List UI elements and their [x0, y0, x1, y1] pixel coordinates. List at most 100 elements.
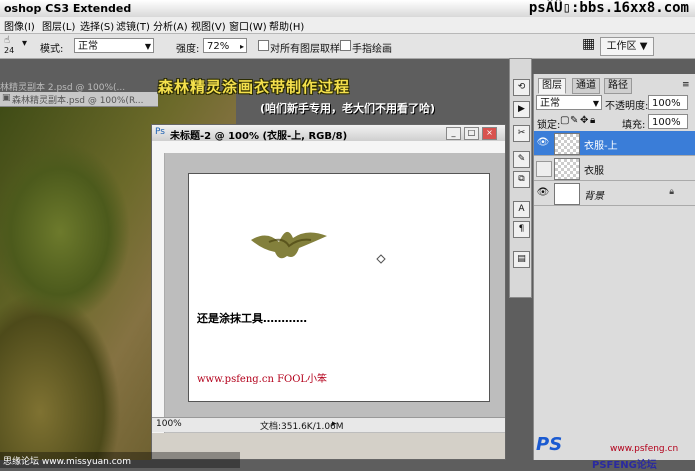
- status-arrow-icon[interactable]: ▸: [332, 419, 337, 429]
- background-doc-title: 森林精灵副本.psd @ 100%(R...: [12, 96, 144, 106]
- opacity-input[interactable]: 100%: [648, 95, 688, 110]
- character-icon[interactable]: A: [513, 201, 530, 218]
- background-doc-tab-2[interactable]: 林精灵副本 2.psd @ 100%(...: [0, 80, 150, 93]
- lock-pixels-icon[interactable]: ✎: [570, 115, 578, 126]
- opacity-label: 不透明度:: [605, 101, 649, 112]
- mode-select[interactable]: 正常 ▼: [74, 38, 154, 53]
- menu-view[interactable]: 视图(V): [191, 18, 226, 33]
- fill-value: 100%: [652, 117, 681, 128]
- layer-thumbnail: [554, 183, 580, 205]
- minimize-icon[interactable]: _: [446, 127, 461, 140]
- fill-label: 填充:: [622, 120, 646, 131]
- cursor-mark-icon: [376, 254, 386, 264]
- menu-analysis[interactable]: 分析(A): [153, 18, 188, 33]
- app-title: oshop CS3 Extended: [4, 2, 132, 15]
- document-status-bar: 100% 文档:351.6K/1.06M ▸: [152, 417, 505, 432]
- menu-window[interactable]: 窗口(W): [229, 18, 267, 33]
- options-bar: ☝ 24 ▾ 模式: 正常 ▼ 强度: 72% ▸ 对所有图层取样 手指绘画 ▦…: [0, 34, 695, 59]
- chevron-down-icon: ▼: [592, 99, 599, 108]
- lock-icon: 🔒︎: [669, 187, 674, 197]
- menu-bar: 图像(I) 图层(L) 选择(S) 滤镜(T) 分析(A) 视图(V) 窗口(W…: [0, 17, 695, 34]
- layer-row-clothes[interactable]: 衣服: [534, 156, 695, 181]
- tab-paths[interactable]: 路径: [604, 78, 632, 94]
- menu-image[interactable]: 图像(I): [4, 18, 35, 33]
- layer-row-background[interactable]: 👁︎ 背景 🔒︎: [534, 181, 695, 206]
- ps-logo-icon: PS: [536, 434, 563, 455]
- lock-position-icon[interactable]: ✥: [580, 115, 588, 126]
- eye-icon[interactable]: 👁︎: [536, 186, 550, 200]
- title-bar: oshop CS3 Extended psÂÛ▯:bbs.16xx8.com: [0, 0, 695, 18]
- overlay-subtitle: (咱们新手专用，老大们不用看了哈): [260, 102, 436, 115]
- tool-presets-icon[interactable]: ✂: [513, 125, 530, 142]
- info-icon[interactable]: ▤: [513, 251, 530, 268]
- psfeng-logo: PS www.psfeng.cn PSFENG论坛: [528, 428, 695, 471]
- document-title: 未标题-2 @ 100% (衣服-上, RGB/8): [170, 131, 348, 142]
- hint-text: 还是涂抹工具…………: [197, 312, 307, 325]
- menu-help[interactable]: 帮助(H): [269, 18, 304, 33]
- smudged-brush-shape: [251, 231, 327, 259]
- document-size: 文档:351.6K/1.06M: [260, 422, 344, 432]
- footer-left-text: 思缘论坛 www.missyuan.com: [3, 457, 131, 467]
- strength-input[interactable]: 72% ▸: [203, 38, 247, 53]
- palette-well-icon[interactable]: ▦: [582, 36, 595, 52]
- fill-input[interactable]: 100%: [648, 114, 688, 129]
- brushes-icon[interactable]: ✎: [513, 151, 530, 168]
- tab-channels[interactable]: 通道: [572, 78, 600, 94]
- panel-menu-icon[interactable]: ≡: [682, 80, 690, 90]
- site-banner: psÂÛ▯:bbs.16xx8.com: [528, 0, 689, 16]
- footer-strip: 思缘论坛 www.missyuan.com: [0, 452, 240, 468]
- lock-label: 锁定:: [537, 120, 561, 131]
- canvas[interactable]: 还是涂抹工具………… www.psfeng.cn FOOL小笨: [188, 173, 490, 402]
- layer-row-clothes-top[interactable]: 👁︎ 衣服-上: [534, 131, 695, 156]
- signature-text: www.psfeng.cn FOOL小笨: [197, 374, 328, 385]
- history-icon[interactable]: ⟲: [513, 79, 530, 96]
- panel-dock-strip: ⟲ ▶ ✂ ✎ ⧉ A ¶ ▤: [509, 58, 532, 298]
- sample-all-layers-checkbox[interactable]: [258, 40, 269, 51]
- tab-layers[interactable]: 图层: [538, 78, 566, 94]
- brush-size-label[interactable]: 24: [4, 46, 14, 55]
- logo-text: PSFENG论坛: [592, 460, 657, 471]
- overlay-title: 森林精灵涂画衣带制作过程: [158, 78, 351, 96]
- menu-filter[interactable]: 滤镜(T): [116, 18, 150, 33]
- document-title-bar[interactable]: Ps 未标题-2 @ 100% (衣服-上, RGB/8) _ □ ×: [152, 125, 505, 142]
- logo-url: www.psfeng.cn: [610, 444, 679, 454]
- paragraph-icon[interactable]: ¶: [513, 221, 530, 238]
- finger-paint-checkbox[interactable]: [340, 40, 351, 51]
- chevron-down-icon: ▼: [144, 42, 151, 51]
- ps-document-icon: Ps: [155, 127, 165, 137]
- actions-icon[interactable]: ▶: [513, 101, 530, 118]
- workspace-button[interactable]: 工作区 ▼: [600, 37, 654, 56]
- layer-thumbnail: [554, 158, 580, 180]
- mode-label: 模式:: [40, 44, 64, 55]
- canvas-area[interactable]: 还是涂抹工具………… www.psfeng.cn FOOL小笨: [165, 153, 505, 433]
- eye-icon[interactable]: 👁︎: [536, 136, 550, 150]
- opacity-value: 100%: [652, 98, 681, 109]
- smudge-tool-icon[interactable]: ☝: [4, 35, 10, 46]
- ruler-vertical[interactable]: [152, 153, 165, 433]
- clone-source-icon[interactable]: ⧉: [513, 171, 530, 188]
- chevron-right-icon: ▸: [239, 42, 244, 51]
- layer-name: 衣服: [584, 166, 604, 177]
- strength-value: 72%: [207, 41, 230, 52]
- maximize-icon[interactable]: □: [464, 127, 479, 140]
- document-window[interactable]: Ps 未标题-2 @ 100% (衣服-上, RGB/8) _ □ × 还是涂抹…: [151, 124, 506, 460]
- layer-name: 衣服-上: [584, 141, 618, 152]
- blend-mode-select[interactable]: 正常 ▼: [536, 95, 602, 110]
- visibility-toggle-empty[interactable]: [536, 161, 552, 177]
- layer-thumbnail: [554, 133, 580, 155]
- menu-select[interactable]: 选择(S): [80, 18, 114, 33]
- zoom-level[interactable]: 100%: [156, 419, 182, 429]
- menu-layer[interactable]: 图层(L): [42, 18, 75, 33]
- background-doc-tab[interactable]: ▣ 森林精灵副本.psd @ 100%(R...: [0, 92, 158, 107]
- brush-preset-arrow-icon[interactable]: ▾: [22, 38, 27, 49]
- lock-all-icon[interactable]: 🔒︎: [590, 115, 595, 126]
- mode-select-value: 正常: [78, 41, 98, 52]
- blend-mode-value: 正常: [540, 98, 560, 109]
- document-icon: ▣: [2, 93, 11, 103]
- layer-name: 背景: [584, 191, 604, 202]
- finger-paint-label: 手指绘画: [352, 44, 392, 55]
- layers-panel: 图层 通道 路径 ≡ 正常 ▼ 不透明度: 100% 锁定: ▢ ✎ ✥ 🔒︎ …: [533, 74, 695, 460]
- close-icon[interactable]: ×: [482, 127, 497, 140]
- strength-label: 强度:: [176, 44, 200, 55]
- lock-transparency-icon[interactable]: ▢: [560, 115, 569, 126]
